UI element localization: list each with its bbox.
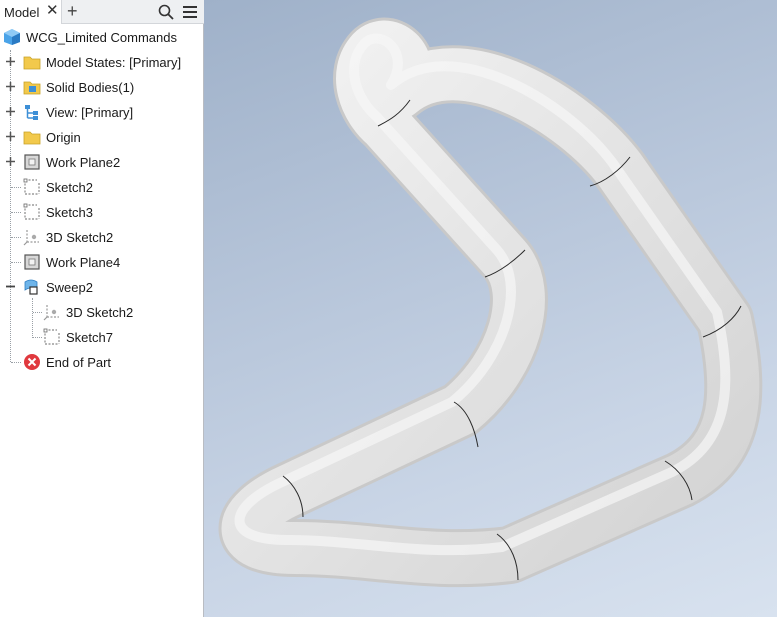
sketch-icon <box>23 203 40 220</box>
3d-sketch-icon <box>43 305 59 321</box>
tree-item-label: Origin <box>46 130 81 145</box>
sketch-icon <box>43 328 60 345</box>
tree-item-solid-bodies[interactable]: Solid Bodies(1) <box>0 75 204 100</box>
sketch-icon <box>23 178 40 195</box>
expand-plus-icon[interactable] <box>5 106 16 117</box>
folder-icon <box>23 56 41 70</box>
sweep-icon <box>24 279 38 295</box>
tree-item-label: View: [Primary] <box>46 105 134 120</box>
tree-connector <box>11 237 21 238</box>
sweep-tube-model[interactable] <box>204 0 777 617</box>
tree-root[interactable]: WCG_Limited Commands <box>0 25 204 50</box>
tree-item-label: Model States: [Primary] <box>46 55 182 70</box>
3d-sketch-icon <box>23 230 39 246</box>
work-plane-icon <box>24 154 40 170</box>
tree-connector <box>11 187 21 188</box>
model-browser: Model ✕ + WCG_Limited Commands Model Sta… <box>0 0 204 617</box>
expand-plus-icon[interactable] <box>5 131 16 142</box>
tree-item-label: Sketch2 <box>46 180 93 195</box>
collapse-minus-icon[interactable] <box>5 281 16 292</box>
tree-root-label: WCG_Limited Commands <box>26 30 177 45</box>
search-icon[interactable] <box>158 4 174 20</box>
work-plane-icon <box>24 254 40 270</box>
tree-connector <box>11 362 21 363</box>
tree-item-label: 3D Sketch2 <box>46 230 114 245</box>
expand-plus-icon[interactable] <box>5 56 16 67</box>
tree-item-sketch2[interactable]: Sketch2 <box>0 175 204 200</box>
tree-item-end-of-part[interactable]: End of Part <box>0 350 204 375</box>
graphics-viewport[interactable] <box>204 0 777 617</box>
tree-connector <box>33 312 42 313</box>
tab-label: Model <box>4 5 40 20</box>
end-of-part-icon <box>24 354 40 370</box>
tree-item-label: Work Plane4 <box>46 255 121 270</box>
tree-connector <box>11 262 21 263</box>
tree-item-label: Sweep2 <box>46 280 93 295</box>
tree-item-sweep2[interactable]: Sweep2 <box>0 275 204 300</box>
tree-item-work-plane2[interactable]: Work Plane2 <box>0 150 204 175</box>
tree-item-label: Work Plane2 <box>46 155 121 170</box>
tree-item-label: End of Part <box>46 355 112 370</box>
tree-item-model-states[interactable]: Model States: [Primary] <box>0 50 204 75</box>
tree-item-label: Sketch3 <box>46 205 93 220</box>
tree-item-sweep2-sketch7[interactable]: Sketch7 <box>0 325 204 350</box>
folder-icon <box>23 131 41 145</box>
expand-plus-icon[interactable] <box>5 156 16 167</box>
tree-item-sweep2-3d-sketch2[interactable]: 3D Sketch2 <box>0 300 204 325</box>
add-tab-icon[interactable]: + <box>67 1 78 21</box>
view-icon <box>25 105 38 120</box>
hamburger-menu-icon[interactable] <box>182 5 198 19</box>
close-icon[interactable]: ✕ <box>46 3 59 19</box>
tree-item-label: 3D Sketch2 <box>66 305 134 320</box>
tab-model[interactable]: Model ✕ <box>0 0 62 24</box>
part-icon <box>4 29 20 45</box>
browser-header: Model ✕ + <box>0 0 204 24</box>
tree-connector <box>33 337 42 338</box>
tree-connector <box>11 212 21 213</box>
tree-item-sketch3[interactable]: Sketch3 <box>0 200 204 225</box>
tree-item-label: Solid Bodies(1) <box>46 80 135 95</box>
tree-item-work-plane4[interactable]: Work Plane4 <box>0 250 204 275</box>
tree-item-origin[interactable]: Origin <box>0 125 204 150</box>
solid-bodies-folder-icon <box>23 81 41 95</box>
tree-item-view[interactable]: View: [Primary] <box>0 100 204 125</box>
expand-plus-icon[interactable] <box>5 81 16 92</box>
tree-item-3d-sketch2[interactable]: 3D Sketch2 <box>0 225 204 250</box>
tree-item-label: Sketch7 <box>66 330 113 345</box>
